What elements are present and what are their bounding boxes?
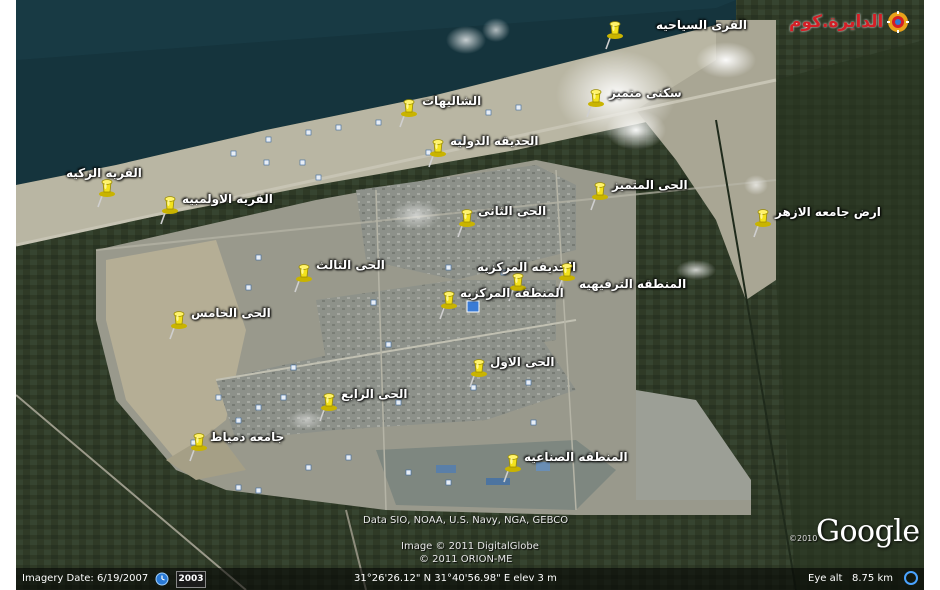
placemark-pin-industrial-area[interactable] xyxy=(502,453,524,483)
placemark-label-olympic-village[interactable]: القريه الاولمبيه xyxy=(182,192,273,206)
placemark-label-second-district[interactable]: الحى الثانى xyxy=(478,204,546,218)
yellow-pushpin-icon xyxy=(160,196,178,225)
yellow-pushpin-icon xyxy=(399,99,417,128)
orion-credit: © 2011 ORION-ME xyxy=(419,554,513,565)
placemark-pin-first-district[interactable] xyxy=(468,358,490,388)
placemark-label-first-district[interactable]: الحى الاول xyxy=(490,355,555,369)
placemark-pin-olympic-village[interactable] xyxy=(159,195,181,225)
placemark-pin-damietta-university[interactable] xyxy=(188,432,210,462)
placemark-pin-chalets[interactable] xyxy=(398,98,420,128)
placemark-label-industrial-area[interactable]: المنطقه الصناعيه xyxy=(524,450,628,464)
yellow-pushpin-icon xyxy=(469,359,487,388)
site-logo: الدايرة.كوم xyxy=(789,11,910,33)
eye-alt-value: 8.75 km xyxy=(852,573,893,584)
placemark-pin-fourth-district[interactable] xyxy=(318,392,340,422)
yellow-pushpin-icon xyxy=(189,433,207,462)
placemark-label-distinguished-housing[interactable]: سكنى متميز xyxy=(609,86,682,100)
status-bar: Imagery Date: 6/19/2007 2003 31°26'26.12… xyxy=(16,568,924,590)
imagery-date: Imagery Date: 6/19/2007 xyxy=(22,573,149,584)
placemark-pin-second-district[interactable] xyxy=(456,208,478,238)
placemark-label-azhar-university-land[interactable]: ارض جامعه الازهر xyxy=(775,205,881,219)
placemark-label-chalets[interactable]: الشاليهات xyxy=(422,94,481,108)
placemark-pin-distinguished-district[interactable] xyxy=(589,181,611,211)
yellow-pushpin-icon xyxy=(590,182,608,211)
eye-alt-label: Eye alt xyxy=(808,573,843,584)
yellow-pushpin-icon xyxy=(97,179,115,208)
google-logo: Google xyxy=(816,514,920,549)
placemark-label-zaki-village[interactable]: القريه الزكيه xyxy=(66,166,142,180)
yellow-pushpin-icon xyxy=(319,393,337,422)
placemark-label-damietta-university[interactable]: جامعه دمياط xyxy=(210,430,284,444)
compass-ring-icon[interactable] xyxy=(904,571,918,585)
placemark-pin-third-district[interactable] xyxy=(293,263,315,293)
placemark-label-central-area[interactable]: المنطقه المركزيه xyxy=(460,286,564,300)
cursor-coordinates: 31°26'26.12" N 31°40'56.98" E elev 3 m xyxy=(354,573,557,584)
yellow-pushpin-icon xyxy=(169,311,187,340)
placemark-pin-distinguished-housing[interactable] xyxy=(585,88,607,118)
image-credit: Image © 2011 DigitalGlobe xyxy=(401,541,539,552)
yellow-pushpin-icon xyxy=(439,291,457,320)
yellow-pushpin-icon xyxy=(586,89,604,118)
placemark-pin-international-park[interactable] xyxy=(427,138,449,168)
yellow-pushpin-icon xyxy=(605,21,623,50)
placemark-label-tourist-villages[interactable]: القرى السياحيه xyxy=(656,18,747,32)
placemark-label-fourth-district[interactable]: الحى الرابع xyxy=(341,387,408,401)
placemark-pin-tourist-villages[interactable] xyxy=(604,20,626,50)
sun-mosaic-logo-icon xyxy=(887,11,910,33)
yellow-pushpin-icon xyxy=(753,209,771,238)
yellow-pushpin-icon xyxy=(294,264,312,293)
clock-history-icon[interactable] xyxy=(155,572,169,586)
placemark-pin-zaki-village[interactable] xyxy=(96,178,118,208)
placemark-pin-recreation-area[interactable] xyxy=(556,262,578,292)
placemark-label-fifth-district[interactable]: الحى الخامس xyxy=(191,306,271,320)
satellite-map-view[interactable]: الدايرة.كوم القرى السياحيه الشاليهات سكنى … xyxy=(16,0,924,590)
yellow-pushpin-icon xyxy=(457,209,475,238)
placemark-label-international-park[interactable]: الحديقه الدوليه xyxy=(450,134,539,148)
placemark-pin-fifth-district[interactable] xyxy=(168,310,190,340)
placemark-pin-azhar-university-land[interactable] xyxy=(752,208,774,238)
site-logo-text: الدايرة.كوم xyxy=(789,12,884,32)
yellow-pushpin-icon xyxy=(428,139,446,168)
placemark-label-recreation-area[interactable]: المنطقه الترفيهيه xyxy=(579,277,686,291)
yellow-pushpin-icon xyxy=(503,454,521,483)
placemark-label-third-district[interactable]: الحى الثالث xyxy=(316,258,385,272)
google-copyright-year: ©2010 xyxy=(789,534,818,543)
historical-imagery-year-button[interactable]: 2003 xyxy=(176,571,206,588)
yellow-pushpin-icon xyxy=(557,263,575,292)
placemark-pin-central-area[interactable] xyxy=(438,290,460,320)
data-sources-credit: Data SIO, NOAA, U.S. Navy, NGA, GEBCO xyxy=(363,515,569,526)
placemark-label-distinguished-district[interactable]: الحى المتميز xyxy=(612,178,688,192)
